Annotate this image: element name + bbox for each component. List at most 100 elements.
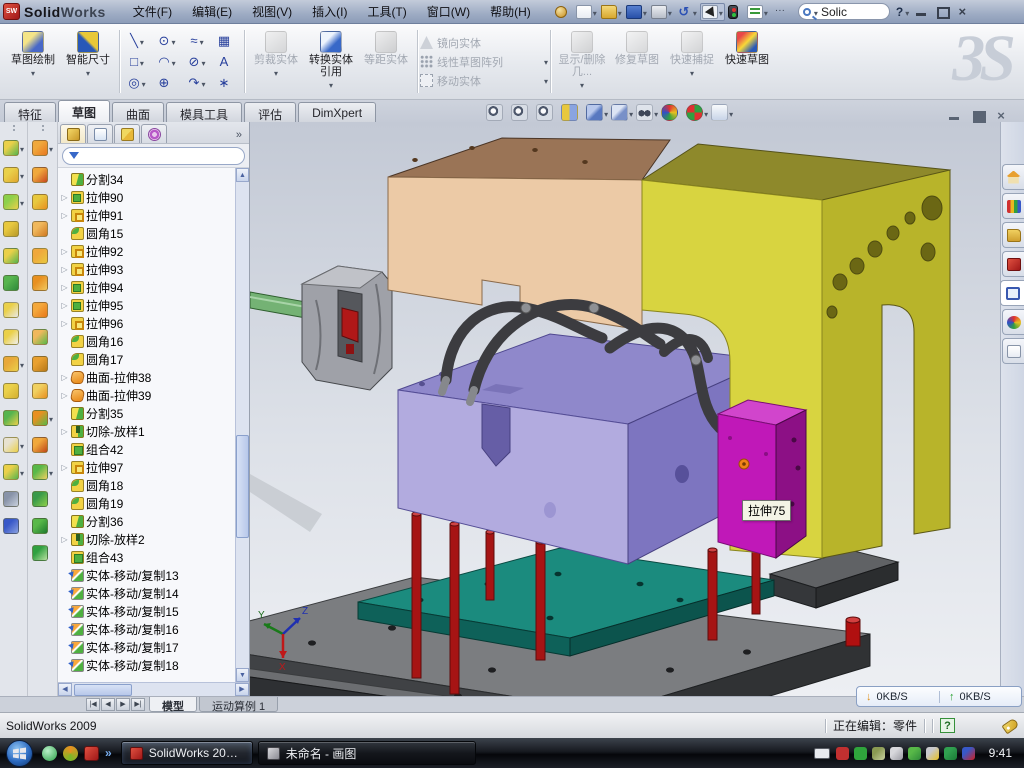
- tab-dimxpert-manager[interactable]: [141, 124, 167, 143]
- dropdown-caret-icon[interactable]: [49, 141, 53, 155]
- dropdown-caret-icon[interactable]: [49, 465, 53, 479]
- tree-item[interactable]: 拉伸90: [60, 188, 249, 206]
- tree-item[interactable]: 拉伸91: [60, 206, 249, 224]
- revolve-boss-icon[interactable]: [3, 167, 19, 183]
- close-button[interactable]: [955, 6, 969, 18]
- appearance-tool-icon[interactable]: [32, 437, 48, 453]
- dropdown-caret-icon[interactable]: [20, 195, 24, 209]
- swept-boss-icon[interactable]: [3, 248, 19, 264]
- sketch-entity-button[interactable]: ╲: [122, 30, 152, 51]
- smart-dimension-tool-icon[interactable]: [32, 194, 48, 210]
- view-palette-icon[interactable]: [1002, 251, 1024, 277]
- measure-icon[interactable]: [32, 410, 48, 426]
- toolbar-stack-button[interactable]: 线性草图阵列: [420, 54, 548, 70]
- tree-item[interactable]: 拉伸94: [60, 278, 249, 296]
- tree-item[interactable]: 圆角15: [60, 224, 249, 242]
- tree-item[interactable]: 实体-移动/复制17: [60, 638, 249, 656]
- print-icon[interactable]: [651, 5, 667, 19]
- dropdown-caret-icon[interactable]: [20, 465, 24, 479]
- doc-minimize-button[interactable]: [948, 110, 962, 122]
- tree-item[interactable]: 实体-移动/复制14: [60, 584, 249, 602]
- section-view-icon[interactable]: [561, 104, 578, 121]
- open-icon[interactable]: [601, 5, 617, 19]
- sketch-entity-button[interactable]: ↷: [182, 72, 212, 93]
- toolbar-button[interactable]: 剪裁实体: [249, 28, 303, 96]
- command-tab[interactable]: DimXpert: [298, 102, 376, 122]
- sketch-entity-button[interactable]: ≈: [182, 30, 212, 51]
- 3d-sketch-icon[interactable]: [32, 167, 48, 183]
- tab-configuration-manager[interactable]: [114, 124, 140, 143]
- fillet-icon[interactable]: [3, 194, 19, 210]
- expander-icon[interactable]: [60, 535, 69, 544]
- hook-icon[interactable]: [32, 518, 48, 534]
- sketch-entity-button[interactable]: ◎: [122, 72, 152, 93]
- dropdown-caret-icon[interactable]: [142, 76, 146, 90]
- dropdown-caret-icon[interactable]: [654, 106, 658, 120]
- sync-icon[interactable]: [908, 747, 921, 760]
- expander-icon[interactable]: [60, 247, 69, 256]
- dropdown-caret-icon[interactable]: [201, 55, 205, 69]
- tree-item[interactable]: 拉伸92: [60, 242, 249, 260]
- dropdown-caret-icon[interactable]: [31, 67, 35, 79]
- tree-item[interactable]: 实体-移动/复制15: [60, 602, 249, 620]
- file-explorer-icon[interactable]: [1002, 222, 1024, 248]
- toolbar-button[interactable]: 草图绘制: [6, 28, 60, 96]
- hole-wizard-icon[interactable]: [3, 329, 19, 345]
- edit-appearance-icon[interactable]: [661, 104, 678, 121]
- tree-item[interactable]: 曲面-拉伸39: [60, 386, 249, 404]
- tree-item[interactable]: 拉伸95: [60, 296, 249, 314]
- next-tab-icon[interactable]: ▶: [116, 698, 130, 711]
- spline-tool-icon[interactable]: [32, 221, 48, 237]
- decal-icon[interactable]: [32, 464, 48, 480]
- doc-close-button[interactable]: [994, 110, 1008, 122]
- tab-feature-manager[interactable]: [60, 124, 86, 143]
- dropdown-caret-icon[interactable]: [604, 106, 608, 120]
- dropdown-caret-icon[interactable]: [668, 5, 672, 19]
- curve-icon[interactable]: [3, 518, 19, 534]
- toolbar-button[interactable]: 显示/删除几...: [555, 28, 609, 96]
- menu-item[interactable]: 视图(V): [243, 0, 301, 23]
- appearances-icon[interactable]: [1000, 280, 1024, 306]
- dropdown-caret-icon[interactable]: [172, 55, 176, 69]
- sketch-entity-button[interactable]: ∗: [212, 72, 242, 93]
- tree-item[interactable]: 切除-放样1: [60, 422, 249, 440]
- dropdown-caret-icon[interactable]: [629, 106, 633, 120]
- model-clamp-insert[interactable]: [250, 266, 392, 390]
- tree-item[interactable]: 组合43: [60, 548, 249, 566]
- arc-tool-icon[interactable]: [32, 248, 48, 264]
- dropdown-caret-icon[interactable]: [544, 75, 548, 87]
- sketch-tool-icon[interactable]: [32, 140, 48, 156]
- search-input[interactable]: Solic: [821, 5, 847, 19]
- dropdown-caret-icon[interactable]: [544, 56, 548, 68]
- shell-icon[interactable]: [3, 464, 19, 480]
- dropdown-caret-icon[interactable]: [274, 67, 278, 79]
- dropdown-caret-icon[interactable]: [200, 34, 204, 48]
- expander-icon[interactable]: [60, 391, 69, 400]
- tree-item[interactable]: 实体-移动/复制16: [60, 620, 249, 638]
- security-shield-icon[interactable]: [854, 747, 867, 760]
- toolbar-button[interactable]: 等距实体: [359, 28, 413, 96]
- dropdown-caret-icon[interactable]: [171, 34, 175, 48]
- sketch-entity-button[interactable]: ⊘: [182, 51, 212, 72]
- defender-shield-icon[interactable]: [944, 747, 957, 760]
- dropdown-caret-icon[interactable]: [643, 5, 647, 19]
- custom-properties-icon[interactable]: [1002, 338, 1024, 364]
- tree-item[interactable]: 圆角17: [60, 350, 249, 368]
- doc-restore-button[interactable]: [971, 110, 985, 122]
- expander-icon[interactable]: [60, 319, 69, 328]
- circle-tool-icon[interactable]: [32, 275, 48, 291]
- pin-icon[interactable]: [555, 6, 567, 18]
- sketch-entity-button[interactable]: ▦: [212, 30, 242, 51]
- expander-icon[interactable]: [60, 283, 69, 292]
- combine-icon[interactable]: [3, 410, 19, 426]
- pattern-icon[interactable]: [3, 356, 19, 372]
- expander-icon[interactable]: [60, 427, 69, 436]
- tab-property-manager[interactable]: [87, 124, 113, 143]
- taskbar-window-button[interactable]: 未命名 - 画图: [258, 741, 476, 765]
- menu-item[interactable]: 窗口(W): [418, 0, 479, 23]
- dropdown-caret-icon[interactable]: [20, 357, 24, 371]
- dropdown-caret-icon[interactable]: [729, 106, 733, 120]
- command-tab[interactable]: 草图: [58, 100, 110, 122]
- zoom-magnify-icon[interactable]: [536, 104, 553, 121]
- model-magenta-block[interactable]: [718, 400, 806, 558]
